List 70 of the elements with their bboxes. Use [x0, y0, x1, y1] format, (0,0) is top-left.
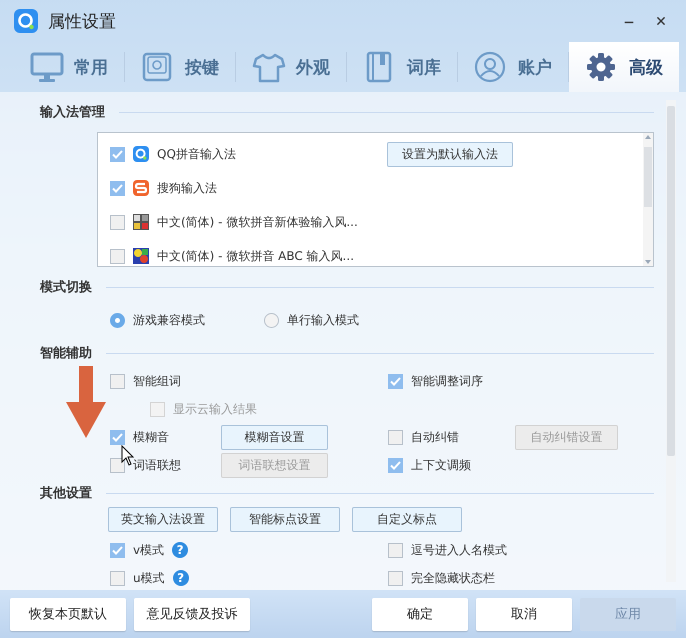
footer-button[interactable]: 意见反馈及投诉	[134, 598, 250, 630]
section-heading: 其他设置	[40, 485, 92, 502]
section-heading: 输入法管理	[40, 104, 105, 121]
footer-button[interactable]: 取消	[476, 598, 572, 630]
radio-button[interactable]	[264, 312, 279, 328]
checkbox[interactable]	[388, 458, 403, 472]
close-icon[interactable]	[656, 14, 666, 28]
option-label: v模式	[133, 542, 164, 558]
option-label: 游戏兼容模式	[133, 312, 205, 328]
option-label: 完全隐藏状态栏	[411, 570, 496, 586]
section-heading: 模式切换	[40, 279, 92, 296]
section-heading: 智能辅助	[40, 345, 92, 362]
settings-button: 自动纠错设置	[515, 424, 618, 450]
option-label: 智能组词	[133, 372, 182, 390]
option-label: 智能调整词序	[411, 372, 484, 390]
tab[interactable]: 按键	[125, 42, 235, 92]
option-label: 模糊音	[133, 428, 170, 446]
option-label: 自动纠错	[411, 428, 460, 446]
input-method-name[interactable]: 中文(简体) - 微软拼音 ABC 输入风...	[157, 248, 379, 264]
checkbox[interactable]	[388, 374, 403, 388]
tab[interactable]: 高级	[569, 42, 679, 92]
checkbox[interactable]	[388, 570, 403, 586]
help-icon[interactable]: ?	[172, 542, 188, 558]
option-label: 单行输入模式	[287, 312, 359, 328]
option-label: u模式	[133, 570, 165, 586]
tshirt-icon	[252, 51, 286, 83]
settings-button[interactable]: 英文输入法设置	[108, 507, 218, 532]
checkbox[interactable]	[110, 248, 125, 264]
tiles-logo-icon	[133, 248, 149, 264]
grid-logo-icon	[133, 214, 149, 230]
input-method-name[interactable]: 搜狗输入法	[157, 180, 379, 196]
default-button[interactable]: 设置为默认输入法	[387, 142, 513, 166]
annotation-arrow	[66, 366, 106, 438]
tab[interactable]: 外观	[236, 42, 346, 92]
checkbox[interactable]	[110, 180, 125, 196]
footer-button[interactable]: 确定	[372, 598, 468, 630]
option-label: 词语联想	[133, 456, 182, 474]
app-logo-icon	[14, 9, 38, 33]
footer-button[interactable]: 恢复本页默认	[10, 598, 126, 630]
input-method-name[interactable]: QQ拼音输入法	[157, 146, 379, 162]
radio-button[interactable]	[110, 312, 125, 328]
settings-button: 词语联想设置	[221, 452, 328, 478]
checkbox[interactable]	[110, 430, 125, 444]
window-title: 属性设置	[48, 10, 117, 32]
checkbox[interactable]	[110, 542, 125, 558]
checkbox[interactable]	[388, 542, 403, 558]
help-icon[interactable]: ?	[172, 570, 189, 586]
option-label: 上下文调频	[411, 456, 472, 474]
settings-button[interactable]: 模糊音设置	[221, 424, 328, 450]
checkbox[interactable]	[110, 214, 125, 230]
tab[interactable]: 常用	[14, 42, 124, 92]
scroll-up-icon[interactable]	[644, 133, 652, 141]
checkbox[interactable]	[388, 430, 403, 444]
tab[interactable]: 词库	[347, 42, 457, 92]
checkbox[interactable]	[110, 374, 125, 388]
scrollbar[interactable]	[643, 133, 653, 266]
monitor-icon	[30, 51, 64, 83]
input-method-name[interactable]: 中文(简体) - 微软拼音新体验输入风...	[157, 214, 379, 230]
tab[interactable]: 账户	[458, 42, 568, 92]
checkbox[interactable]	[110, 570, 125, 586]
app-logo-icon	[133, 146, 149, 162]
cursor-icon	[121, 445, 135, 467]
user-icon	[474, 51, 508, 83]
footer-button: 应用	[580, 598, 676, 630]
settings-button[interactable]: 智能标点设置	[230, 507, 340, 532]
scrollbar[interactable]	[666, 100, 676, 582]
option-label: 逗号进入人名模式	[411, 542, 507, 558]
checkbox[interactable]	[110, 146, 125, 162]
settings-button[interactable]: 自定义标点	[352, 507, 462, 532]
scroll-down-icon[interactable]	[644, 258, 652, 266]
